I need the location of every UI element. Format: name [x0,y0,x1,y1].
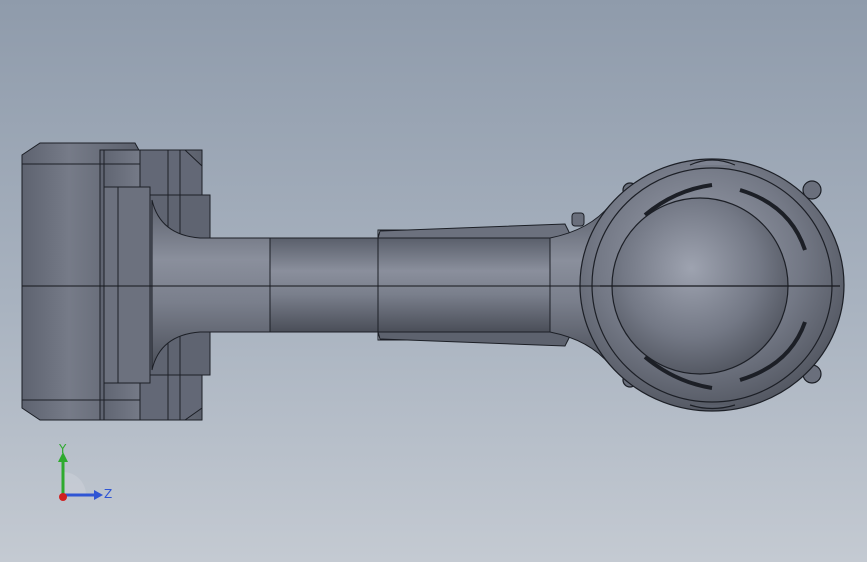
cad-model-viewport[interactable] [0,0,867,562]
z-axis-label: Z [104,487,112,501]
y-axis-label: Y [58,442,67,456]
z-axis-head [94,490,103,500]
ball-head [579,158,845,412]
triad-arc [63,472,86,495]
coordinate-triad: Y Z [58,442,112,501]
x-axis-dot [59,493,67,501]
